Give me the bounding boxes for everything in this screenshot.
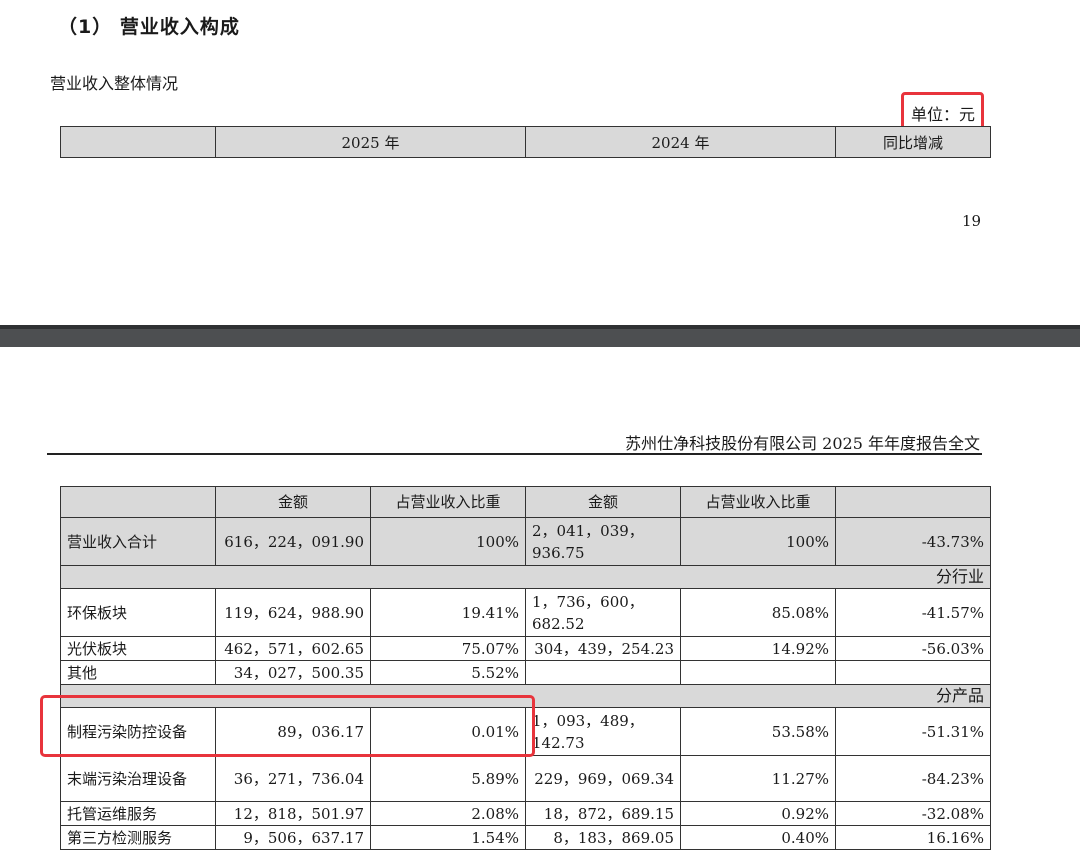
sub-header-cell: 金额 xyxy=(215,486,371,518)
cell-yoy: -43.73% xyxy=(835,517,991,566)
sub-header-cell: 占营业收入比重 xyxy=(680,486,836,518)
overview-label: 营业收入整体情况 xyxy=(50,74,179,93)
cell-amount-2024: 1，093，489，142.73 xyxy=(525,707,681,756)
sub-header-row: 金额 占营业收入比重 金额 占营业收入比重 xyxy=(60,486,991,518)
cell-share-2024: 11.27% xyxy=(680,755,836,802)
section-label-industry: 分行业 xyxy=(60,565,991,589)
unit-highlight-box xyxy=(901,92,984,130)
table-row: 末端污染治理设备 36，271，736.04 5.89% 229，969，069… xyxy=(60,755,991,802)
row-label: 其他 xyxy=(60,660,216,685)
table-row: 环保板块 119，624，988.90 19.41% 1，736，600，682… xyxy=(60,588,991,637)
header-cell-blank xyxy=(60,126,216,158)
product-row-highlight-box xyxy=(40,695,535,757)
cell-yoy: -32.08% xyxy=(835,801,991,826)
cell-amount-2025: 36，271，736.04 xyxy=(215,755,371,802)
row-label: 营业收入合计 xyxy=(60,517,216,566)
cell-amount-2025: 12，818，501.97 xyxy=(215,801,371,826)
page-number: 19 xyxy=(962,212,982,230)
page-divider xyxy=(0,325,1080,347)
cell-share-2025: 2.08% xyxy=(370,801,526,826)
cell-amount-2024: 304，439，254.23 xyxy=(525,636,681,661)
cell-share-2024: 85.08% xyxy=(680,588,836,637)
cell-amount-2025: 616，224，091.90 xyxy=(215,517,371,566)
cell-share-2024: 0.92% xyxy=(680,801,836,826)
header-cell-2025: 2025 年 xyxy=(215,126,526,158)
cell-amount-2024: 1，736，600，682.52 xyxy=(525,588,681,637)
table-row: 托管运维服务 12，818，501.97 2.08% 18，872，689.15… xyxy=(60,801,991,826)
report-header: 苏州仕净科技股份有限公司 2025 年年度报告全文 xyxy=(625,434,980,453)
year-header-row: 2025 年 2024 年 同比增减 xyxy=(60,126,991,158)
cell-share-2024: 14.92% xyxy=(680,636,836,661)
section-row-industry: 分行业 xyxy=(60,565,991,589)
header-rule xyxy=(47,453,982,455)
cell-share-2024 xyxy=(680,660,836,685)
cell-share-2024: 0.40% xyxy=(680,825,836,850)
cell-amount-2024: 229，969，069.34 xyxy=(525,755,681,802)
cell-amount-2025: 462，571，602.65 xyxy=(215,636,371,661)
table-row: 其他 34，027，500.35 5.52% xyxy=(60,660,991,685)
cell-amount-2025: 34，027，500.35 xyxy=(215,660,371,685)
cell-yoy: -84.23% xyxy=(835,755,991,802)
table-row: 光伏板块 462，571，602.65 75.07% 304，439，254.2… xyxy=(60,636,991,661)
cell-amount-2024 xyxy=(525,660,681,685)
cell-share-2025: 1.54% xyxy=(370,825,526,850)
cell-amount-2024: 18，872，689.15 xyxy=(525,801,681,826)
revenue-table: 金额 占营业收入比重 金额 占营业收入比重 营业收入合计 616，224，091… xyxy=(60,486,991,850)
sub-header-cell xyxy=(835,486,991,518)
sub-header-cell: 金额 xyxy=(525,486,681,518)
cell-yoy: -41.57% xyxy=(835,588,991,637)
cell-share-2025: 75.07% xyxy=(370,636,526,661)
table-row: 第三方检测服务 9，506，637.17 1.54% 8，183，869.05 … xyxy=(60,825,991,850)
header-cell-2024: 2024 年 xyxy=(525,126,836,158)
row-label: 第三方检测服务 xyxy=(60,825,216,850)
row-label: 环保板块 xyxy=(60,588,216,637)
cell-yoy: -56.03% xyxy=(835,636,991,661)
cell-share-2025: 5.89% xyxy=(370,755,526,802)
table-row-total: 营业收入合计 616，224，091.90 100% 2，041，039，936… xyxy=(60,517,991,566)
cell-share-2025: 5.52% xyxy=(370,660,526,685)
row-label: 托管运维服务 xyxy=(60,801,216,826)
row-label: 末端污染治理设备 xyxy=(60,755,216,802)
cell-yoy: -51.31% xyxy=(835,707,991,756)
revenue-table-header: 2025 年 2024 年 同比增减 xyxy=(60,126,991,158)
sub-header-cell xyxy=(60,486,216,518)
cell-amount-2024: 8，183，869.05 xyxy=(525,825,681,850)
header-cell-yoy: 同比增减 xyxy=(835,126,991,158)
row-label: 光伏板块 xyxy=(60,636,216,661)
cell-yoy: 16.16% xyxy=(835,825,991,850)
cell-share-2024: 100% xyxy=(680,517,836,566)
cell-share-2025: 19.41% xyxy=(370,588,526,637)
section-title: （1） 营业收入构成 xyxy=(58,16,240,38)
sub-header-cell: 占营业收入比重 xyxy=(370,486,526,518)
cell-amount-2024: 2，041，039，936.75 xyxy=(525,517,681,566)
cell-amount-2025: 9，506，637.17 xyxy=(215,825,371,850)
cell-yoy xyxy=(835,660,991,685)
cell-share-2025: 100% xyxy=(370,517,526,566)
cell-share-2024: 53.58% xyxy=(680,707,836,756)
cell-amount-2025: 119，624，988.90 xyxy=(215,588,371,637)
